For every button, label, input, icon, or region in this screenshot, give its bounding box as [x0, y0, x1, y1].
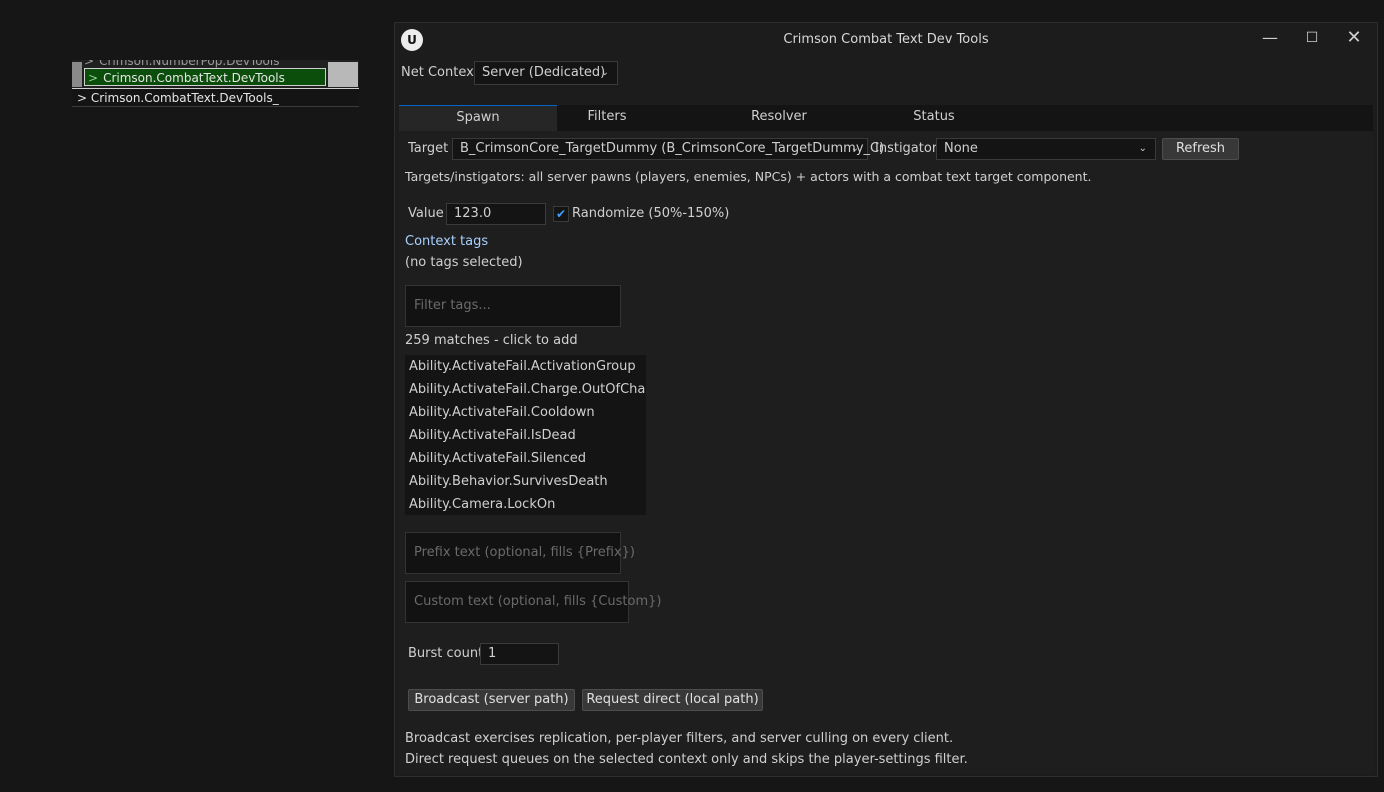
list-item[interactable]: Ability.ActivateFail.ActivationGroup: [405, 355, 646, 378]
no-tags-text: (no tags selected): [405, 255, 523, 270]
matches-count: 259 matches - click to add: [405, 333, 578, 348]
refresh-button[interactable]: Refresh: [1162, 138, 1239, 160]
spawn-panel: Target B_CrimsonCore_TargetDummy (B_Crim…: [399, 131, 1373, 774]
console-input[interactable]: > Crimson.CombatText.DevTools_: [72, 88, 359, 107]
chevron-down-icon: ⌄: [1138, 143, 1147, 154]
broadcast-button[interactable]: Broadcast (server path): [408, 689, 575, 711]
list-item[interactable]: Ability.ActivateFail.IsDead: [405, 424, 646, 447]
devtools-window: Crimson Combat Text Dev Tools U — ☐ ✕ Ne…: [394, 22, 1378, 777]
prefix-text-input[interactable]: Prefix text (optional, fills {Prefix}): [405, 532, 635, 574]
tab-resolver[interactable]: Resolver: [729, 105, 829, 131]
tag-list[interactable]: Ability.ActivateFail.ActivationGroup Abi…: [405, 355, 646, 515]
window-title: Crimson Combat Text Dev Tools: [783, 32, 989, 47]
chevron-down-icon: ⌄: [600, 67, 609, 78]
list-item[interactable]: Ability.ActivateFail.Cooldown: [405, 401, 646, 424]
context-tags-label: Context tags: [405, 234, 489, 249]
custom-text-input[interactable]: Custom text (optional, fills {Custom}): [405, 581, 661, 623]
console-scroll-left: [72, 62, 82, 87]
check-icon: ✔: [555, 207, 567, 221]
tab-bar: Spawn Filters Resolver Status: [399, 105, 1373, 131]
randomize-label: Randomize (50%-150%): [572, 206, 730, 221]
value-label: Value: [408, 206, 444, 221]
broadcast-note: Broadcast exercises replication, per-pla…: [405, 731, 954, 746]
console-popup: > Crimson.NumberPop.DevTools > Crimson.Com…: [72, 60, 359, 107]
net-context-dropdown[interactable]: Server (Dedicated) ⌄: [474, 61, 618, 85]
instigator-label: Instigator: [875, 141, 938, 156]
unreal-logo-icon: U: [401, 29, 423, 51]
maximize-icon[interactable]: ☐: [1297, 27, 1327, 49]
list-item[interactable]: Ability.Camera.LockOn: [405, 493, 646, 515]
target-dropdown[interactable]: B_CrimsonCore_TargetDummy (B_CrimsonCore…: [452, 138, 884, 160]
tab-status[interactable]: Status: [884, 105, 984, 131]
direct-request-note: Direct request queues on the selected co…: [405, 752, 968, 767]
close-icon[interactable]: ✕: [1339, 27, 1369, 49]
console-suggestions: > Crimson.NumberPop.DevTools > Crimson.Com…: [72, 60, 359, 89]
targets-hint: Targets/instigators: all server pawns (p…: [405, 169, 1092, 184]
instigator-dropdown[interactable]: None ⌄: [936, 138, 1156, 160]
net-context-label: Net Context: [401, 65, 479, 80]
randomize-checkbox[interactable]: ✔: [553, 206, 569, 222]
list-item[interactable]: Ability.ActivateFail.Charge.OutOfCharges: [405, 378, 646, 401]
target-label: Target: [408, 141, 449, 156]
burst-count-input[interactable]: 1: [480, 643, 559, 665]
minimize-icon[interactable]: —: [1255, 27, 1285, 49]
console-suggestion-2[interactable]: > Crimson.CombatText.DevTools: [84, 68, 326, 86]
console-scrollbar[interactable]: [328, 62, 358, 87]
filter-tags-input[interactable]: Filter tags...: [405, 285, 621, 327]
value-input[interactable]: 123.0: [446, 203, 546, 225]
tab-filters[interactable]: Filters: [557, 105, 657, 131]
burst-count-label: Burst count: [408, 646, 484, 661]
list-item[interactable]: Ability.Behavior.SurvivesDeath: [405, 470, 646, 493]
console-suggestion-1[interactable]: > Crimson.NumberPop.DevTools: [84, 60, 279, 68]
chevron-down-icon: ⌄: [850, 143, 859, 154]
tab-spawn[interactable]: Spawn: [399, 105, 557, 131]
list-item[interactable]: Ability.ActivateFail.Silenced: [405, 447, 646, 470]
request-direct-button[interactable]: Request direct (local path): [582, 689, 763, 711]
title-bar[interactable]: Crimson Combat Text Dev Tools U — ☐ ✕: [395, 23, 1377, 59]
